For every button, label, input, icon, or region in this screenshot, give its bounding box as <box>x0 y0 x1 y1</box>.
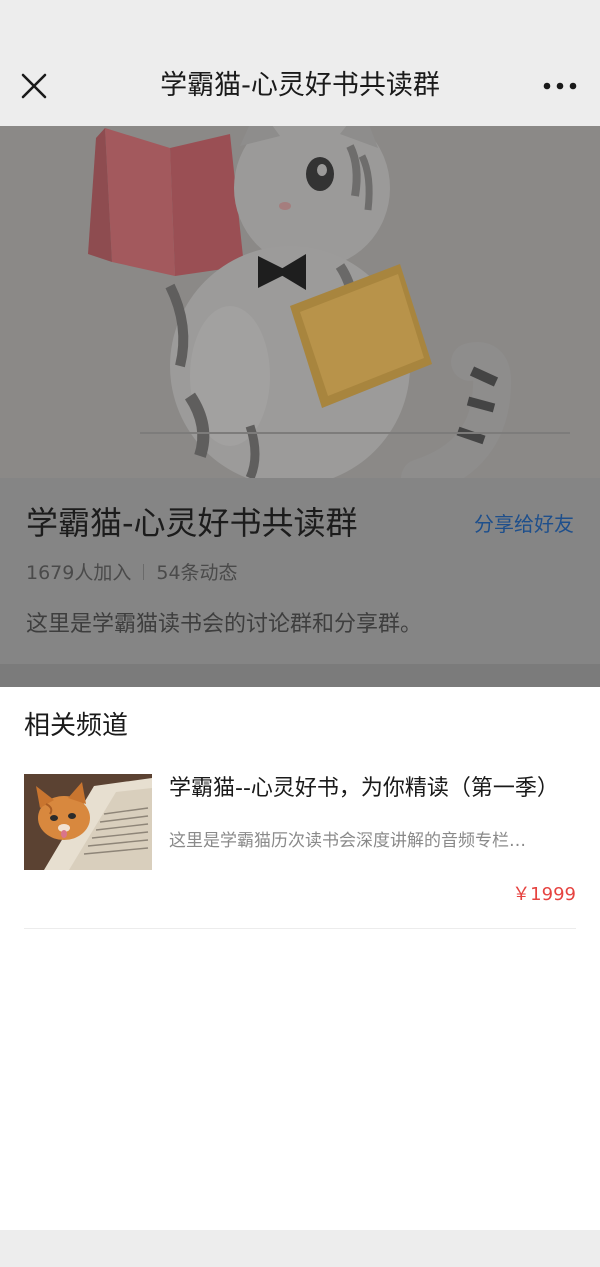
share-to-friend-link[interactable]: 分享给好友 <box>474 508 574 537</box>
related-channels-panel: 相关频道 学霸猫--心灵好书，为你精读（第一季） 这里是学霸猫历次读书会深度讲解… <box>0 687 600 1230</box>
post-count: 54条动态 <box>156 562 238 584</box>
channel-title: 学霸猫--心灵好书，为你精读（第一季） <box>169 776 559 801</box>
group-title: 学霸猫-心灵好书共读群 <box>26 504 358 542</box>
stats-divider <box>143 563 145 580</box>
channel-item[interactable]: 学霸猫--心灵好书，为你精读（第一季） 这里是学霸猫历次读书会深度讲解的音频专栏… <box>24 774 576 929</box>
section-divider <box>0 664 600 687</box>
hero-image-cat-reading <box>0 126 600 478</box>
section-title: 相关频道 <box>24 711 129 741</box>
more-dots-icon <box>543 82 577 90</box>
dimmed-overlay-area[interactable]: 学霸猫-心灵好书共读群 分享给好友 1679人加入 54条动态 这里是学霸猫读书… <box>0 126 600 687</box>
more-button[interactable] <box>532 66 588 106</box>
member-count: 1679人加入 <box>26 562 132 584</box>
bottom-bar <box>0 1230 600 1267</box>
group-stats: 1679人加入 54条动态 <box>26 558 238 585</box>
page: 学霸猫-心灵好书共读群 学霸猫-心灵好书共读群 分享给好友 1679人加入 54… <box>0 0 600 1267</box>
close-icon <box>21 73 47 99</box>
channel-price: ￥1999 <box>512 884 576 905</box>
close-button[interactable] <box>14 66 54 106</box>
channel-description: 这里是学霸猫历次读书会深度讲解的音频专栏… <box>169 831 526 851</box>
page-title: 学霸猫-心灵好书共读群 <box>160 70 440 101</box>
top-navbar: 学霸猫-心灵好书共读群 <box>0 0 600 126</box>
group-info: 学霸猫-心灵好书共读群 分享给好友 1679人加入 54条动态 这里是学霸猫读书… <box>0 478 600 664</box>
group-description: 这里是学霸猫读书会的讨论群和分享群。 <box>26 612 423 637</box>
channel-thumbnail <box>24 774 152 870</box>
